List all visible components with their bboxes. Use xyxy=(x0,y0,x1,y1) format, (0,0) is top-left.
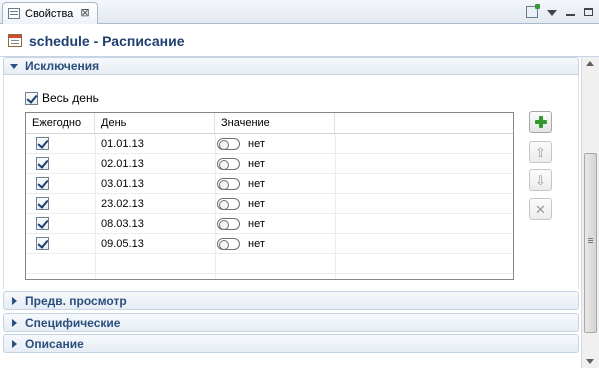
value-cell: нет xyxy=(248,198,265,210)
column-header-value[interactable]: Значение xyxy=(215,113,335,133)
view-tab-bar: Свойства ⊠ xyxy=(0,0,599,24)
tab-properties[interactable]: Свойства ⊠ xyxy=(2,2,98,24)
column-header-day[interactable]: День xyxy=(95,113,215,133)
value-cell: нет xyxy=(248,238,265,250)
table-row[interactable]: 23.02.13 нет xyxy=(26,194,513,214)
move-up-button[interactable]: ⇧ xyxy=(529,141,552,163)
table-row[interactable]: 03.01.13 нет xyxy=(26,174,513,194)
maximize-icon[interactable] xyxy=(584,8,593,16)
section-title: Описание xyxy=(25,336,84,351)
add-exception-button[interactable] xyxy=(529,111,552,133)
table-row[interactable]: 08.03.13 нет xyxy=(26,214,513,234)
day-cell: 09.05.13 xyxy=(101,238,144,250)
section-title: Предв. просмотр xyxy=(25,293,127,308)
view-toolbar xyxy=(526,3,593,21)
close-icon[interactable]: ⊠ xyxy=(80,8,89,19)
grip-icon xyxy=(588,238,593,239)
collapsed-twisty-icon[interactable] xyxy=(12,296,17,305)
yearly-checkbox[interactable] xyxy=(36,177,49,190)
table-header: Ежегодно День Значение xyxy=(26,113,513,134)
value-toggle-icon[interactable] xyxy=(217,138,240,150)
value-toggle-icon[interactable] xyxy=(217,198,240,210)
day-cell: 08.03.13 xyxy=(101,218,144,230)
table-row[interactable]: 01.01.13 нет xyxy=(26,134,513,154)
section-description-header[interactable]: Описание xyxy=(3,334,579,353)
collapsed-twisty-icon[interactable] xyxy=(12,318,17,327)
move-down-button[interactable]: ⇩ xyxy=(529,169,552,191)
delete-icon: ✕ xyxy=(535,201,546,217)
calendar-icon xyxy=(8,34,22,47)
table-row[interactable] xyxy=(26,254,513,274)
arrow-down-icon: ⇩ xyxy=(535,172,546,188)
value-cell: нет xyxy=(248,178,265,190)
column-header-yearly[interactable]: Ежегодно xyxy=(26,113,95,133)
value-toggle-icon[interactable] xyxy=(217,178,240,190)
section-title: Исключения xyxy=(25,59,100,73)
pin-icon[interactable] xyxy=(526,4,540,18)
vertical-scrollbar[interactable] xyxy=(581,57,599,368)
day-cell: 03.01.13 xyxy=(101,178,144,190)
yearly-checkbox[interactable] xyxy=(36,237,49,250)
view-menu-icon[interactable] xyxy=(547,10,557,16)
value-cell: нет xyxy=(248,218,265,230)
day-cell: 01.01.13 xyxy=(101,138,144,150)
expanded-twisty-icon[interactable] xyxy=(10,63,18,69)
arrow-up-icon: ⇧ xyxy=(535,144,546,160)
value-cell: нет xyxy=(248,158,265,170)
minimize-icon[interactable] xyxy=(566,14,575,16)
scroll-up-icon[interactable] xyxy=(586,61,594,66)
section-title: Специфические xyxy=(25,315,121,330)
page-title: schedule - Расписание xyxy=(29,32,185,49)
tab-label: Свойства xyxy=(25,7,74,20)
scroll-thumb[interactable] xyxy=(584,153,597,333)
day-cell: 02.01.13 xyxy=(101,158,144,170)
plus-icon xyxy=(534,116,547,128)
value-toggle-icon[interactable] xyxy=(217,238,240,250)
yearly-checkbox[interactable] xyxy=(36,197,49,210)
properties-icon xyxy=(8,8,20,19)
value-cell: нет xyxy=(248,138,265,150)
table-row[interactable]: 09.05.13 нет xyxy=(26,234,513,254)
value-toggle-icon[interactable] xyxy=(217,158,240,170)
all-day-checkbox[interactable]: Весь день xyxy=(25,91,99,105)
value-toggle-icon[interactable] xyxy=(217,218,240,230)
yearly-checkbox[interactable] xyxy=(36,157,49,170)
section-exceptions-header[interactable]: Исключения xyxy=(3,57,579,75)
form-header: schedule - Расписание xyxy=(0,25,599,57)
day-cell: 23.02.13 xyxy=(101,198,144,210)
all-day-label: Весь день xyxy=(42,91,99,105)
yearly-checkbox[interactable] xyxy=(36,137,49,150)
yearly-checkbox[interactable] xyxy=(36,217,49,230)
checkbox-icon[interactable] xyxy=(25,91,38,105)
table-row[interactable]: 02.01.13 нет xyxy=(26,154,513,174)
collapsed-twisty-icon[interactable] xyxy=(12,339,17,348)
section-preview-header[interactable]: Предв. просмотр xyxy=(3,291,579,310)
section-specific-header[interactable]: Специфические xyxy=(3,313,579,332)
scroll-down-icon[interactable] xyxy=(586,359,594,364)
exceptions-table[interactable]: Ежегодно День Значение 01.01.13 нет 02.01.… xyxy=(25,112,514,280)
delete-exception-button[interactable]: ✕ xyxy=(529,198,552,220)
